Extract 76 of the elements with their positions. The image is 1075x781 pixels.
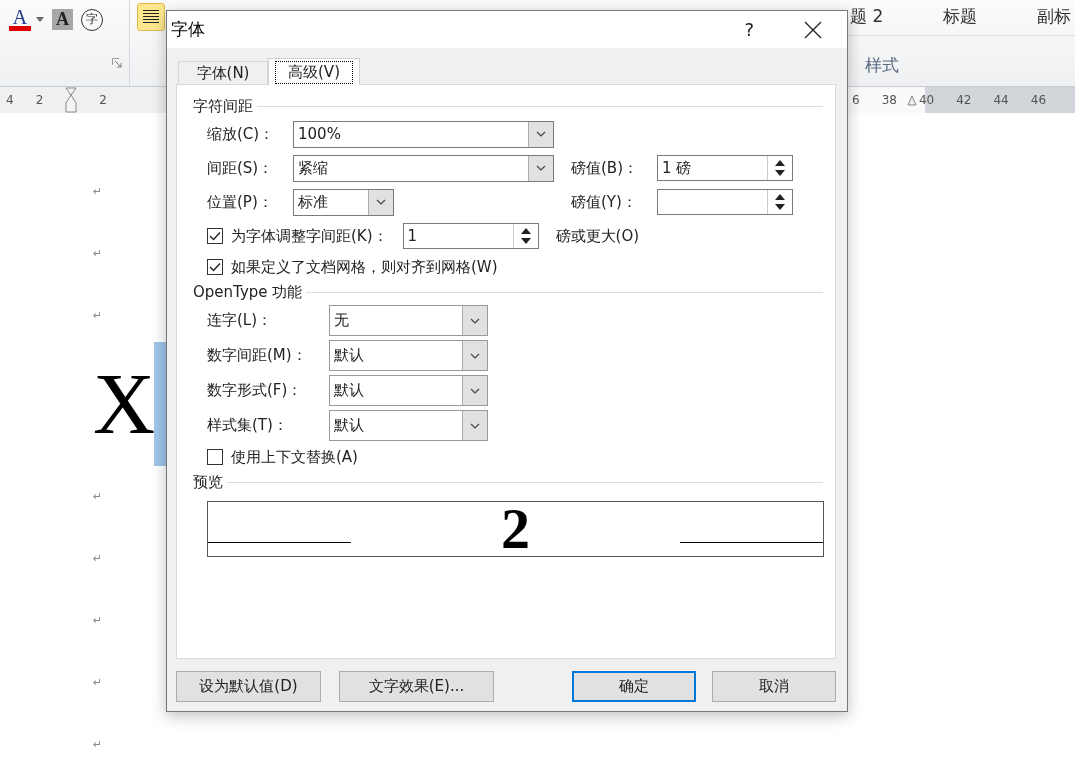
dialog-button[interactable]: 取消 [712,671,836,702]
dropdown-caret-icon[interactable] [36,17,44,22]
chevron-down-icon [470,422,480,429]
tab[interactable]: 高级(V) [268,58,360,85]
paragraph-mark: ↵ [93,308,103,322]
indent-marker-icon[interactable] [906,94,917,106]
dropdown[interactable]: 无 [329,305,488,336]
close-icon[interactable] [804,20,822,39]
ruler-number: 6 [852,93,860,107]
ruler-number: 2 [99,93,107,107]
field-label: 样式集(T)： [207,416,289,435]
dialog-button[interactable]: 文字效果(E)... [339,671,494,702]
indent-marker-icon[interactable] [65,87,78,113]
ruler-number: 38 [881,93,897,107]
document-text: X [93,361,156,447]
section-title: 字符间距 [193,96,253,116]
spin-field[interactable]: 1 磅 [657,155,793,181]
style-gallery-item[interactable]: 副标 [1037,5,1072,35]
field-label: 位置(P)： [207,192,274,212]
style-gallery-item[interactable]: 题 2 [850,5,884,35]
group-label: 样式 [864,54,900,77]
dialog-launcher-icon[interactable] [112,58,122,68]
checkbox[interactable] [207,228,223,244]
paragraph-mark: ↵ [93,675,103,689]
preview-sample: 2 [501,502,530,556]
field-label: 磅值(B)： [571,158,639,178]
ruler-number: 40 [918,93,935,107]
field-label: 间距(S)： [207,158,275,178]
dropdown[interactable]: 标准 [293,188,394,216]
ruler-number: 42 [956,93,972,107]
chevron-down-icon [470,352,480,359]
dropdown[interactable]: 默认 [329,410,488,441]
chevron-down-icon [470,317,480,324]
chevron-down-icon [470,387,480,394]
section-title: 预览 [193,472,223,492]
character-shading-button[interactable]: A [52,9,73,30]
checkbox-label: 使用上下文替换(A) [231,447,358,467]
paragraph-mark: ↵ [93,489,103,503]
checkbox-label: 为字体调整字间距(K)： [231,226,388,246]
field-label: 数字形式(F)： [207,381,304,400]
checkbox-label: 如果定义了文档网格，则对齐到网格(W) [231,257,498,277]
dialog-button[interactable]: 设为默认值(D) [176,671,321,702]
font-color-button[interactable]: A [8,8,32,31]
ruler-number: 2 [35,93,44,107]
dialog-button[interactable]: 确定 [572,671,696,702]
checkbox[interactable] [207,449,223,465]
align-left-icon [142,9,160,25]
paragraph-mark: ↵ [93,613,103,627]
chevron-down-icon [376,199,386,205]
field-label: 数字间距(M)： [207,346,308,365]
ruler-number: 44 [993,93,1009,107]
section-title: OpenType 功能 [193,282,303,302]
dropdown[interactable]: 紧缩 [293,154,554,182]
chevron-down-icon [536,131,546,137]
chevron-down-icon [536,165,546,171]
spin-field[interactable] [657,189,793,215]
style-gallery-item[interactable]: 标题 [943,5,978,35]
paragraph-mark: ↵ [93,246,103,260]
help-button[interactable]: ? [744,19,754,40]
dialog-title: 字体 [171,18,206,41]
paragraph-mark: ↵ [93,184,103,198]
tab[interactable]: 字体(N) [178,61,268,84]
align-left-button[interactable] [137,3,165,31]
dropdown[interactable]: 100% [293,120,554,148]
field-label: 磅或更大(O) [555,226,640,246]
dropdown[interactable]: 默认 [329,375,488,406]
paragraph-mark: ↵ [93,551,103,565]
ruler-number: 4 [6,93,14,107]
checkbox[interactable] [207,259,223,275]
field-label: 缩放(C)： [207,124,276,144]
field-label: 磅值(Y)： [571,192,638,212]
dropdown[interactable]: 默认 [329,340,488,371]
spin-field[interactable]: 1 [402,223,539,249]
paragraph-mark: ↵ [93,737,103,751]
ruler-number: 46 [1030,93,1047,107]
field-label: 连字(L)： [207,311,274,330]
